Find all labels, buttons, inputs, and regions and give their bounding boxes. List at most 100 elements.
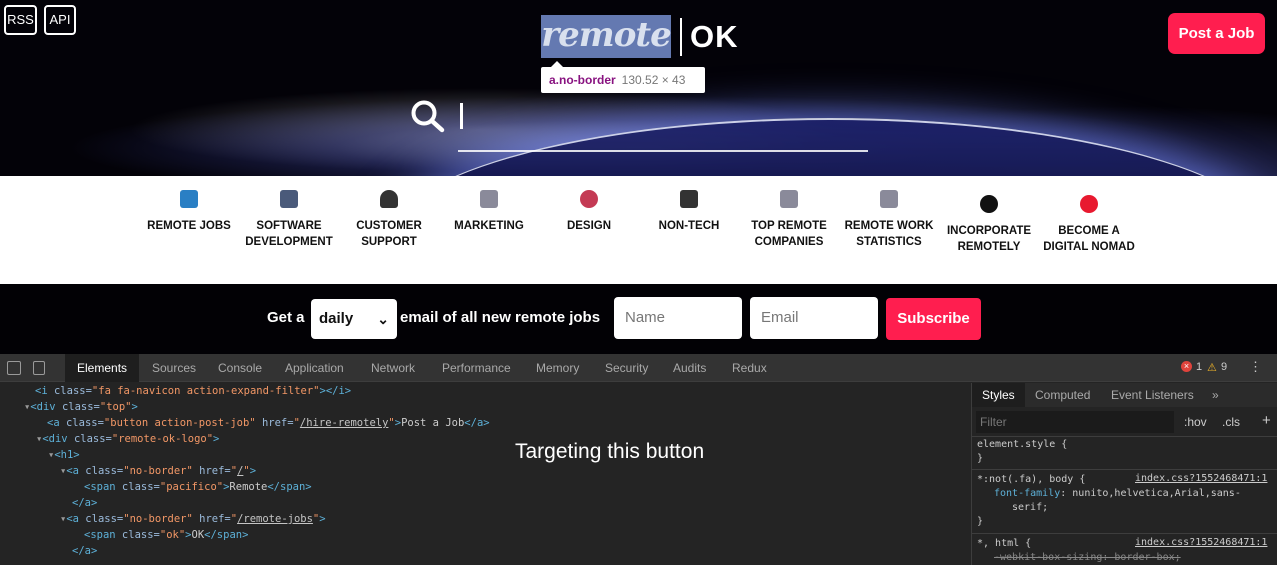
- logo-separator: [680, 17, 682, 56]
- tab-elements[interactable]: Elements: [65, 354, 140, 382]
- style-rule-end: }: [977, 516, 984, 527]
- dom-line[interactable]: <a class="button action-post-job" href="…: [47, 415, 490, 431]
- inspector-tooltip: a.no-border 130.52 × 43: [541, 61, 705, 93]
- category-label: INCORPORATE REMOTELY: [946, 225, 1032, 253]
- beach-icon: [180, 190, 198, 208]
- styles-pane: Styles Computed Event Listeners » Filter…: [971, 383, 1277, 565]
- dom-line[interactable]: <span class="ok">OK</span>: [84, 527, 248, 543]
- tab-application[interactable]: Application: [285, 354, 344, 382]
- hover-state-toggle[interactable]: :hov: [1184, 410, 1207, 434]
- tab-sources[interactable]: Sources: [152, 354, 196, 382]
- headphones-icon: [380, 190, 398, 208]
- category-label: DESIGN: [566, 220, 612, 232]
- category-label: BECOME A DIGITAL NOMAD: [1043, 225, 1135, 253]
- text-caret: [460, 103, 463, 129]
- tooltip-size: 130.52 × 43: [621, 73, 686, 87]
- category-non-tech[interactable]: NON-TECH: [639, 190, 739, 234]
- category-top-remote-companies[interactable]: TOP REMOTE COMPANIES: [739, 190, 839, 250]
- dom-line[interactable]: ▾<h1>: [48, 447, 80, 463]
- chevron-down-icon: ⌄: [377, 311, 389, 327]
- tab-security[interactable]: Security: [605, 354, 648, 382]
- style-source-link[interactable]: index.css?1552468471:1: [1135, 537, 1267, 548]
- category-label: MARKETING: [454, 220, 524, 232]
- plug-icon: [680, 190, 698, 208]
- site-logo[interactable]: remote OK: [541, 15, 739, 58]
- dom-line[interactable]: </a>: [72, 543, 97, 559]
- subscribe-prefix: Get a: [267, 309, 305, 326]
- category-design[interactable]: DESIGN: [539, 190, 639, 234]
- elements-tree: <i class="fa fa-navicon action-expand-fi…: [0, 383, 970, 565]
- api-button[interactable]: API: [44, 5, 76, 35]
- tab-memory[interactable]: Memory: [536, 354, 579, 382]
- subscribe-bar: Get a daily ⌄ email of all new remote jo…: [0, 284, 1277, 354]
- rss-button[interactable]: RSS: [4, 5, 37, 35]
- tab-styles[interactable]: Styles: [972, 383, 1025, 407]
- frequency-value: daily: [319, 310, 354, 327]
- post-job-button[interactable]: Post a Job: [1168, 13, 1265, 54]
- tooltip-selector: a.no-border: [549, 73, 616, 87]
- dom-line[interactable]: </a>: [72, 495, 97, 511]
- add-rule-icon[interactable]: +: [1262, 409, 1271, 433]
- tab-performance[interactable]: Performance: [442, 354, 511, 382]
- category-marketing[interactable]: MARKETING: [439, 190, 539, 234]
- logo-remote-link[interactable]: remote: [541, 15, 672, 58]
- subscribe-middle: email of all new remote jobs: [400, 309, 601, 326]
- style-rule-selector[interactable]: *, html {: [977, 537, 1031, 551]
- more-tabs-icon[interactable]: »: [1212, 383, 1219, 407]
- category-customer-support[interactable]: CUSTOMER SUPPORT: [339, 190, 439, 250]
- devtools-panel: Elements Sources Console Application Net…: [0, 354, 1277, 565]
- category-incorporate-remotely[interactable]: INCORPORATE REMOTELY: [939, 195, 1039, 255]
- category-remote-jobs[interactable]: REMOTE JOBS: [139, 190, 239, 234]
- more-options-icon[interactable]: ⋮: [1249, 359, 1262, 375]
- style-declaration-wrap: serif;: [1012, 502, 1049, 513]
- dom-line[interactable]: ▾<a class="no-border" href="/">: [60, 463, 256, 479]
- frequency-select[interactable]: daily ⌄: [311, 299, 397, 339]
- category-label: CUSTOMER SUPPORT: [356, 220, 422, 248]
- search-icon: [411, 100, 445, 133]
- style-declaration[interactable]: font-family: nunito,helvetica,Arial,sans…: [994, 487, 1241, 501]
- warning-count: 9: [1221, 361, 1228, 373]
- category-digital-nomad[interactable]: BECOME A DIGITAL NOMAD: [1039, 195, 1139, 255]
- error-icon: ×: [1181, 361, 1192, 372]
- tab-console[interactable]: Console: [218, 354, 262, 382]
- dom-line[interactable]: ▾<div class="remote-ok-logo">: [36, 431, 219, 447]
- laptop-icon: [280, 190, 298, 208]
- style-rule-selector[interactable]: element.style {: [977, 438, 1067, 452]
- chart-icon: [780, 190, 798, 208]
- category-label: SOFTWARE DEVELOPMENT: [245, 220, 333, 248]
- dom-line[interactable]: <span class="pacifico">Remote</span>: [84, 479, 312, 495]
- styles-filter-input[interactable]: Filter: [976, 411, 1174, 433]
- category-label: NON-TECH: [658, 220, 720, 232]
- style-declaration[interactable]: -webkit-box-sizing: border-box;: [994, 551, 1181, 565]
- devtools-tabbar: Elements Sources Console Application Net…: [0, 354, 1277, 382]
- category-label: REMOTE WORK STATISTICS: [844, 220, 934, 248]
- tab-network[interactable]: Network: [371, 354, 415, 382]
- style-rule-end: }: [977, 453, 984, 464]
- chart-icon: [480, 190, 498, 208]
- category-nav: REMOTE JOBS SOFTWARE DEVELOPMENT CUSTOME…: [0, 176, 1277, 284]
- email-field[interactable]: Email: [750, 297, 878, 339]
- tab-event-listeners[interactable]: Event Listeners: [1111, 383, 1194, 407]
- inspect-element-icon[interactable]: [7, 361, 21, 375]
- class-toggle[interactable]: .cls: [1222, 410, 1240, 434]
- warning-icon: ⚠: [1207, 362, 1217, 374]
- dom-line[interactable]: ▾<a class="no-border" href="/remote-jobs…: [60, 511, 326, 527]
- tab-audits[interactable]: Audits: [673, 354, 706, 382]
- tab-redux[interactable]: Redux: [732, 354, 767, 382]
- tab-computed[interactable]: Computed: [1035, 383, 1090, 407]
- category-software-development[interactable]: SOFTWARE DEVELOPMENT: [239, 190, 339, 250]
- incorporate-icon: [980, 195, 998, 213]
- search-input[interactable]: [458, 97, 868, 152]
- device-toolbar-icon[interactable]: [33, 361, 45, 375]
- style-rule-selector[interactable]: *:not(.fa), body {: [977, 473, 1085, 487]
- annotation-note: Targeting this button: [515, 440, 705, 463]
- category-remote-work-statistics[interactable]: REMOTE WORK STATISTICS: [839, 190, 939, 250]
- dom-line[interactable]: ▾<div class="top">: [24, 399, 138, 415]
- logo-ok-link[interactable]: OK: [690, 19, 739, 55]
- name-field[interactable]: Name: [614, 297, 742, 339]
- nomad-icon: [1080, 195, 1098, 213]
- style-source-link[interactable]: index.css?1552468471:1: [1135, 473, 1267, 484]
- category-label: TOP REMOTE COMPANIES: [751, 220, 827, 248]
- subscribe-button[interactable]: Subscribe: [886, 298, 981, 340]
- dom-line[interactable]: <i class="fa fa-navicon action-expand-fi…: [35, 383, 351, 399]
